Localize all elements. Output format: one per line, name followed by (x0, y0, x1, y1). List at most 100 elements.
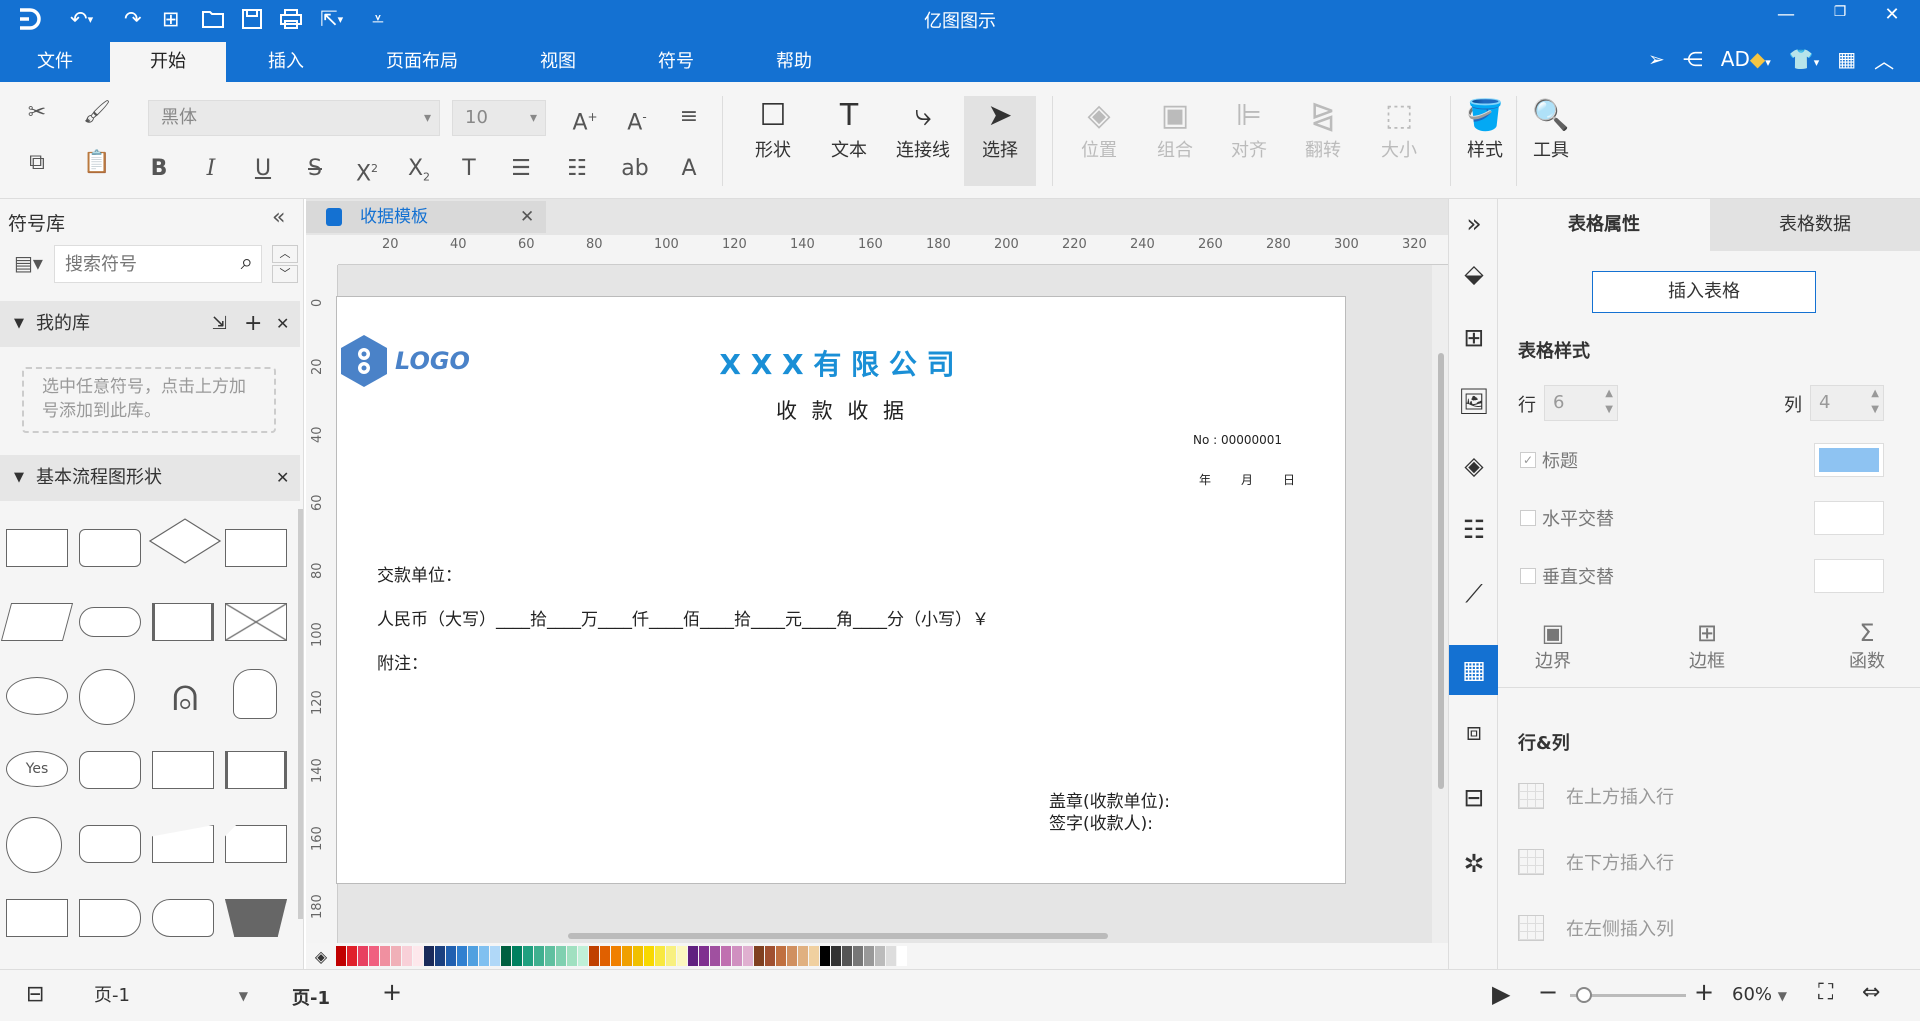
color-swatch[interactable] (402, 946, 412, 966)
user-account[interactable]: AD◆▾ (1721, 47, 1771, 71)
h-alternate-row[interactable]: 水平交替 (1520, 503, 1614, 533)
color-swatch[interactable] (787, 946, 797, 966)
org-chart-icon[interactable]: ⧈ (1449, 707, 1499, 757)
header-color-swatch[interactable] (1814, 443, 1884, 477)
color-swatch[interactable] (754, 946, 764, 966)
color-swatch[interactable] (534, 946, 544, 966)
scroll-down-button[interactable]: ﹀ (272, 265, 298, 283)
color-swatch[interactable] (413, 946, 423, 966)
flowchart-shape-hcyl[interactable] (79, 825, 141, 863)
layers-icon[interactable]: ◈ (1449, 441, 1499, 491)
color-swatch[interactable] (523, 946, 533, 966)
menu-page-layout[interactable]: 页面布局 (368, 42, 476, 82)
frame-button[interactable]: ⊞ 边框 (1672, 619, 1742, 673)
color-swatch[interactable] (336, 946, 346, 966)
color-swatch[interactable] (710, 946, 720, 966)
color-swatch[interactable] (732, 946, 742, 966)
fit-width-icon[interactable]: ⇔ (1862, 980, 1880, 1005)
document-tab[interactable]: 收据模板 ✕ (306, 201, 546, 233)
color-swatch[interactable] (886, 946, 896, 966)
color-swatch[interactable] (424, 946, 434, 966)
color-swatch[interactable] (853, 946, 863, 966)
fill-bucket-icon[interactable]: ◈ (306, 947, 336, 966)
menu-symbol[interactable]: 符号 (634, 42, 718, 82)
apps-grid-icon[interactable]: ▦ (1837, 47, 1856, 71)
color-swatch[interactable] (380, 946, 390, 966)
menu-home[interactable]: 开始 (110, 42, 226, 82)
color-swatch[interactable] (512, 946, 522, 966)
color-swatch[interactable] (699, 946, 709, 966)
color-swatch[interactable] (490, 946, 500, 966)
document-page[interactable]: LOGO X X X 有 限 公 司 收 款 收 据 No : 00000001… (336, 296, 1346, 884)
size-button[interactable]: ⬚ 大小 (1366, 96, 1432, 162)
color-swatch[interactable] (677, 946, 687, 966)
flowchart-shape-manual[interactable] (152, 825, 214, 863)
color-swatch[interactable] (435, 946, 445, 966)
color-swatch[interactable] (897, 946, 907, 966)
bold-icon[interactable]: B (142, 154, 176, 184)
bullet-list-icon[interactable]: ☷ (560, 154, 594, 184)
insert-row-below-button[interactable]: 在下方插入行 (1518, 845, 1674, 879)
cut-icon[interactable]: ✂ (20, 98, 54, 128)
color-swatch[interactable] (446, 946, 456, 966)
font-color-icon[interactable]: A (672, 154, 706, 184)
flowchart-shape-display[interactable] (152, 899, 214, 937)
panel-scrollbar[interactable] (298, 509, 303, 919)
flowchart-shape-wave[interactable] (6, 899, 68, 937)
color-swatch[interactable] (358, 946, 368, 966)
color-swatch[interactable] (743, 946, 753, 966)
zoom-level[interactable]: 60% ▼ (1732, 984, 1787, 1005)
flowchart-shape-cyl[interactable] (79, 751, 141, 789)
flowchart-shape-rect[interactable] (6, 529, 68, 567)
color-swatch[interactable] (545, 946, 555, 966)
color-swatch[interactable] (809, 946, 819, 966)
flowchart-shape-yes[interactable]: Yes (6, 751, 68, 787)
v-alternate-row[interactable]: 垂直交替 (1520, 561, 1614, 591)
color-swatch[interactable] (622, 946, 632, 966)
color-swatch[interactable] (864, 946, 874, 966)
color-swatch[interactable] (457, 946, 467, 966)
color-swatch[interactable] (567, 946, 577, 966)
share-icon[interactable]: ⋲ (1683, 47, 1703, 71)
flowchart-shape-delay[interactable] (79, 899, 141, 937)
document-list-icon[interactable]: ☷ (1449, 505, 1499, 555)
flowchart-shape-circle[interactable] (79, 669, 135, 725)
flowchart-shape-xbox[interactable] (225, 603, 287, 641)
font-family-select[interactable]: 黑体 (148, 100, 440, 136)
page-tab[interactable]: 页-1 (292, 984, 330, 1010)
menu-view[interactable]: 视图 (516, 42, 600, 82)
flowchart-shape-diamond[interactable] (148, 518, 222, 564)
style-button[interactable]: 🪣 样式 (1452, 96, 1518, 162)
theme-shirt-icon[interactable]: 👕▾ (1789, 47, 1819, 71)
vertical-scrollbar[interactable] (1432, 265, 1448, 943)
shape-tool-button[interactable]: ☐ 形状 (740, 96, 806, 162)
color-swatch[interactable] (875, 946, 885, 966)
superscript-icon[interactable]: X2 (350, 154, 384, 186)
send-icon[interactable]: ➢ (1648, 47, 1665, 71)
color-swatch[interactable] (479, 946, 489, 966)
color-swatch[interactable] (556, 946, 566, 966)
color-swatch[interactable] (655, 946, 665, 966)
strikethrough-icon[interactable]: S (298, 154, 332, 184)
color-swatch[interactable] (600, 946, 610, 966)
close-window-button[interactable]: ✕ (1872, 4, 1912, 30)
table-icon[interactable]: ▦ (1449, 645, 1499, 695)
subscript-icon[interactable]: X2 (402, 154, 436, 184)
add-icon[interactable]: + (244, 301, 262, 347)
color-swatch[interactable] (831, 946, 841, 966)
menu-help[interactable]: 帮助 (752, 42, 836, 82)
vertical-scroll-thumb[interactable] (1438, 353, 1444, 789)
library-manager-icon[interactable]: ▤▾ (14, 251, 43, 275)
my-library-header[interactable]: ▼ 我的库 ⇲ + ✕ (0, 301, 300, 347)
flowchart-shape-subproc[interactable] (152, 603, 214, 641)
insert-table-button[interactable]: 插入表格 (1592, 271, 1816, 313)
color-swatch[interactable] (721, 946, 731, 966)
color-swatch[interactable] (589, 946, 599, 966)
flowchart-shape-user[interactable] (233, 669, 277, 719)
color-swatch[interactable] (501, 946, 511, 966)
h-alternate-color-swatch[interactable] (1814, 501, 1884, 535)
tools-button[interactable]: 🔍 工具 (1518, 96, 1584, 162)
paste-icon[interactable]: 📋 (80, 148, 114, 178)
flowchart-shape-winbox[interactable] (225, 751, 287, 789)
flip-button[interactable]: ⧎ 翻转 (1290, 96, 1356, 162)
